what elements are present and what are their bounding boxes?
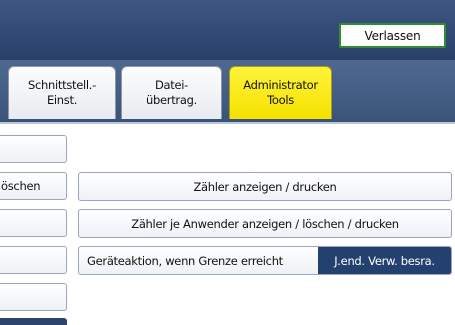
- tab-label-line2: übertrag.: [146, 93, 197, 107]
- per-user-counter-button[interactable]: Zähler je Anwender anzeigen / löschen / …: [78, 209, 452, 238]
- current-setting-value: J.end. Verw. besra.: [318, 247, 451, 274]
- left-column-button[interactable]: [0, 318, 67, 325]
- limit-reached-action-button[interactable]: Geräteaktion, wenn Grenze erreicht J.end…: [78, 246, 452, 275]
- screen: Verlassen Schnittstell.- Einst. Datei- ü…: [0, 0, 455, 325]
- tab-label-line1: Datei-: [154, 78, 189, 92]
- button-label: Zähler je Anwender anzeigen / löschen / …: [131, 216, 399, 231]
- tab-label-line2: Tools: [267, 93, 294, 107]
- left-column-button-delete[interactable]: öschen: [0, 172, 67, 200]
- tab-label-line1: Administrator: [243, 78, 318, 92]
- tab-label-line1: Schnittstell.-: [28, 78, 96, 92]
- exit-button[interactable]: Verlassen: [339, 23, 446, 48]
- tab-file-transfer[interactable]: Datei- übertrag.: [121, 66, 222, 119]
- left-column-button[interactable]: [0, 283, 67, 311]
- header-bar: Verlassen: [0, 0, 455, 60]
- display-print-counter-button[interactable]: Zähler anzeigen / drucken: [78, 172, 452, 201]
- tab-interface-settings[interactable]: Schnittstell.- Einst.: [8, 66, 116, 119]
- tab-label-line2: Einst.: [46, 93, 78, 107]
- left-column-button[interactable]: [0, 135, 67, 163]
- left-column-button[interactable]: [0, 209, 67, 237]
- tab-administrator-tools[interactable]: Administrator Tools: [229, 66, 332, 119]
- button-label: Geräteaktion, wenn Grenze erreicht: [87, 253, 283, 268]
- left-column-button[interactable]: [0, 246, 67, 274]
- button-label: Zähler anzeigen / drucken: [193, 179, 337, 194]
